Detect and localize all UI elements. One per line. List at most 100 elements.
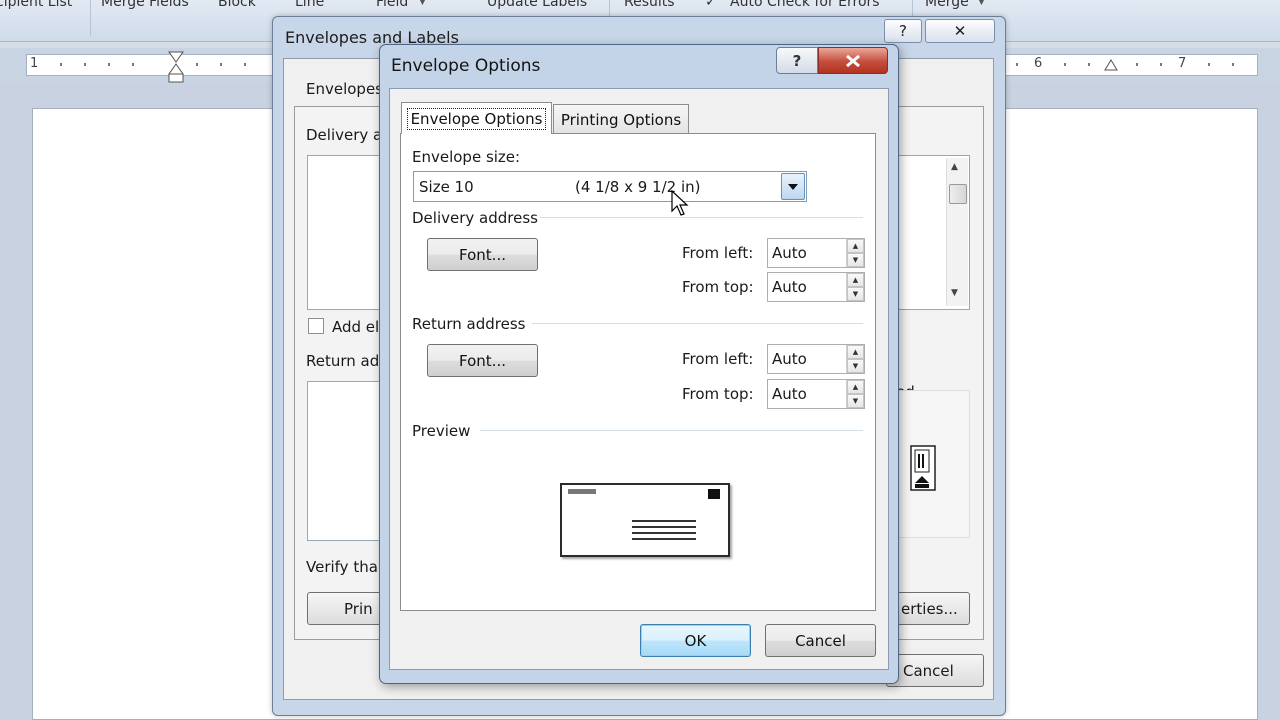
print-button-label: Prin xyxy=(344,599,373,618)
return-address-textbox[interactable] xyxy=(307,381,387,541)
ribbon-field-dropdown-icon[interactable]: ▼ xyxy=(419,0,426,7)
ribbon-merge-dropdown-icon[interactable]: ▼ xyxy=(978,0,985,7)
ribbon-update-labels[interactable]: Update Labels xyxy=(487,0,587,10)
return-address-label: Return ad xyxy=(306,352,380,370)
delivery-from-top-spinner[interactable]: Auto ▲ ▼ xyxy=(767,272,865,302)
preview-address-line xyxy=(632,532,696,534)
return-from-left-value: Auto xyxy=(772,350,807,368)
ribbon-merge[interactable]: Merge xyxy=(925,0,969,10)
scrollbar-thumb[interactable] xyxy=(949,184,967,204)
ruler-tick xyxy=(108,63,110,66)
group-divider xyxy=(540,217,863,218)
preview-address-line xyxy=(632,538,696,540)
delivery-font-button-label: Font... xyxy=(459,245,506,264)
properties-button-label: erties... xyxy=(901,599,958,618)
ruler-tick xyxy=(220,63,222,66)
delivery-from-top-label: From top: xyxy=(682,278,754,296)
envelope-options-title: Envelope Options xyxy=(391,56,541,76)
delivery-from-left-label: From left: xyxy=(682,244,754,262)
close-icon xyxy=(846,54,860,67)
chevron-down-icon xyxy=(788,183,798,190)
ribbon-merge-fields[interactable]: Merge Fields xyxy=(101,0,189,10)
help-icon: ? xyxy=(792,51,802,70)
ruler-tick xyxy=(1064,63,1066,66)
tab-envelope-options-label: Envelope Options xyxy=(406,107,547,130)
envelope-size-value: Size 10 xyxy=(419,178,474,196)
envelopes-cancel-button[interactable]: Cancel xyxy=(886,654,984,687)
return-from-left-label: From left: xyxy=(682,350,754,368)
ribbon-separator xyxy=(90,0,91,36)
ruler-tick xyxy=(1232,63,1234,66)
return-from-left-spinner[interactable]: Auto ▲ ▼ xyxy=(767,344,865,374)
ruler-tick xyxy=(1088,63,1090,66)
return-font-button[interactable]: Font... xyxy=(427,344,538,377)
ruler-tick xyxy=(1208,63,1210,66)
preview-label: Preview xyxy=(412,422,471,440)
spin-up-icon[interactable]: ▲ xyxy=(847,345,864,359)
delivery-from-top-value: Auto xyxy=(772,278,807,296)
delivery-from-left-spinner[interactable]: Auto ▲ ▼ xyxy=(767,238,865,268)
horizontal-ruler-left xyxy=(26,54,276,76)
group-divider xyxy=(532,323,863,324)
tab-printing-options-label: Printing Options xyxy=(560,110,682,129)
cancel-button-label: Cancel xyxy=(903,661,954,680)
ruler-number: 7 xyxy=(1178,56,1187,71)
envelopes-help-button[interactable]: ? xyxy=(884,19,922,43)
tab-envelopes[interactable]: Envelopes xyxy=(306,80,383,98)
scroll-up-icon[interactable]: ▲ xyxy=(951,162,958,172)
return-from-top-label: From top: xyxy=(682,385,754,403)
ruler-tick xyxy=(84,63,86,66)
envelope-size-label: Envelope size: xyxy=(412,148,521,166)
envelope-feed-icon xyxy=(910,445,936,491)
envelopes-close-button[interactable]: ✕ xyxy=(925,19,995,43)
ok-button[interactable]: OK xyxy=(640,624,751,657)
ribbon-recipient-list[interactable]: cipient List xyxy=(0,0,72,10)
ruler-number: 1 xyxy=(30,56,39,71)
options-cancel-button[interactable]: Cancel xyxy=(765,624,876,657)
delivery-font-button[interactable]: Font... xyxy=(427,238,538,271)
options-help-button[interactable]: ? xyxy=(776,47,818,74)
ruler-tick xyxy=(132,63,134,66)
ribbon-block[interactable]: Block xyxy=(218,0,256,10)
close-icon: ✕ xyxy=(953,22,967,40)
ruler-tick xyxy=(244,63,246,66)
tab-envelope-options[interactable]: Envelope Options xyxy=(401,102,552,134)
indent-marker-icon[interactable] xyxy=(167,50,185,84)
return-from-top-spinner[interactable]: Auto ▲ ▼ xyxy=(767,379,865,409)
envelope-size-dropdown-button[interactable] xyxy=(781,173,805,200)
scroll-down-icon[interactable]: ▼ xyxy=(951,288,958,298)
options-close-button[interactable] xyxy=(818,47,888,74)
spin-down-icon[interactable]: ▼ xyxy=(847,359,864,373)
ruler-number: 6 xyxy=(1034,56,1043,71)
preview-return-address xyxy=(568,489,596,494)
return-font-button-label: Font... xyxy=(459,351,506,370)
ok-button-label: OK xyxy=(684,631,707,650)
ribbon-field[interactable]: Field xyxy=(376,0,408,10)
print-button[interactable]: Prin xyxy=(307,592,387,625)
spin-down-icon[interactable]: ▼ xyxy=(847,394,864,408)
spin-down-icon[interactable]: ▼ xyxy=(847,287,864,301)
preview-address-line xyxy=(632,526,696,528)
ribbon-results[interactable]: Results xyxy=(624,0,675,10)
right-indent-marker-icon[interactable] xyxy=(1103,58,1119,72)
envelope-preview xyxy=(560,483,730,557)
spin-down-icon[interactable]: ▼ xyxy=(847,253,864,267)
delivery-scrollbar[interactable]: ▲ ▼ xyxy=(946,158,968,306)
return-from-top-value: Auto xyxy=(772,385,807,403)
ruler-tick xyxy=(1016,63,1018,66)
spin-up-icon[interactable]: ▲ xyxy=(847,380,864,394)
delivery-address-label: Delivery a xyxy=(306,126,383,144)
delivery-from-left-value: Auto xyxy=(772,244,807,262)
spin-up-icon[interactable]: ▲ xyxy=(847,273,864,287)
ribbon-check-errors-icon[interactable]: ✓ xyxy=(705,0,717,10)
tab-printing-options[interactable]: Printing Options xyxy=(553,104,689,134)
add-postage-label: Add el xyxy=(332,318,380,336)
delivery-address-textbox[interactable] xyxy=(307,155,387,310)
group-divider xyxy=(480,430,863,431)
ribbon-auto-check[interactable]: Auto Check for Errors xyxy=(730,0,880,10)
spin-up-icon[interactable]: ▲ xyxy=(847,239,864,253)
add-electronic-postage-checkbox[interactable] xyxy=(308,318,324,334)
mouse-cursor-icon xyxy=(671,190,689,216)
ribbon-line[interactable]: Line xyxy=(295,0,324,10)
ruler-tick xyxy=(60,63,62,66)
